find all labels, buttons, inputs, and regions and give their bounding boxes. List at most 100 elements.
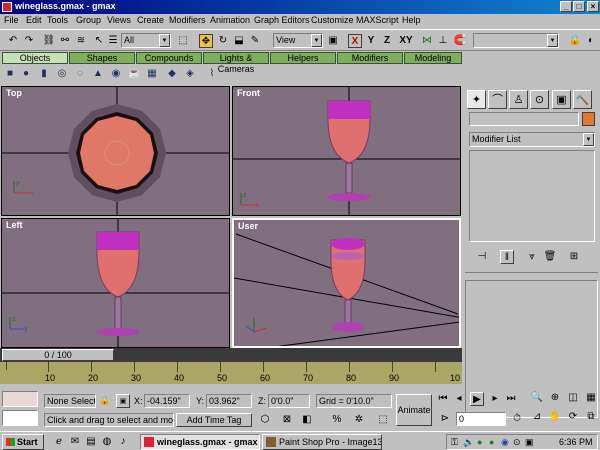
torus-icon[interactable]: ◎: [56, 68, 68, 80]
key-mode-icon[interactable]: ⊳: [438, 412, 452, 426]
selection-filter-dropdown[interactable]: All ▼: [121, 33, 171, 48]
tab-compounds[interactable]: Compounds: [136, 52, 202, 64]
axis-z-button[interactable]: Z: [380, 34, 394, 48]
named-selection-dropdown[interactable]: ▼: [473, 33, 559, 48]
rotate-icon[interactable]: ↻: [216, 34, 230, 48]
utilities-tab-icon[interactable]: 🔨: [573, 90, 592, 109]
select-icon[interactable]: ↖: [92, 34, 106, 48]
hierarchy-tab-icon[interactable]: ♙: [509, 90, 528, 109]
current-frame-field[interactable]: 0: [456, 412, 506, 426]
zoom-extents-icon[interactable]: ◫: [566, 391, 580, 405]
select-by-name-icon[interactable]: ☰: [106, 34, 120, 48]
viewport-user[interactable]: User: [232, 218, 461, 348]
modify-tab-icon[interactable]: ⌒: [488, 90, 507, 109]
add-time-tag-button[interactable]: Add Time Tag: [176, 413, 252, 427]
task-gmax[interactable]: wineglass.gmax - gmax: [140, 434, 260, 450]
snap-icon[interactable]: 🧲: [453, 34, 467, 48]
tray-status-icon[interactable]: ●: [489, 437, 494, 447]
align-icon[interactable]: ⊥: [436, 34, 450, 48]
zoom-icon[interactable]: 🔍: [530, 391, 544, 405]
viewport-top[interactable]: Top y x: [1, 86, 230, 216]
close-button[interactable]: ×: [587, 1, 599, 12]
arc-rotate-icon[interactable]: ⟳: [566, 410, 580, 424]
move-icon[interactable]: ✥: [199, 34, 213, 48]
render-icon[interactable]: 🔒: [568, 34, 582, 48]
menu-group[interactable]: Group: [76, 15, 101, 25]
hedra-icon[interactable]: ◆: [166, 68, 178, 80]
tray-volume-icon[interactable]: 🔊: [463, 437, 474, 448]
task-paint-shop-pro[interactable]: Paint Shop Pro - Image13: [262, 434, 382, 450]
menu-graph-editors[interactable]: Graph Editors: [254, 15, 310, 25]
teapot-icon[interactable]: ☕: [128, 68, 140, 80]
play-icon[interactable]: ▶: [470, 392, 484, 406]
cone-icon[interactable]: ▲: [92, 68, 104, 80]
show-end-result-icon[interactable]: ‖: [500, 250, 514, 264]
percent-snap-icon[interactable]: ◧: [300, 413, 314, 427]
go-to-start-icon[interactable]: ⏮: [436, 392, 450, 406]
scale-icon[interactable]: ⬓: [232, 34, 246, 48]
pivot-center-icon[interactable]: ▣: [326, 34, 340, 48]
menu-create[interactable]: Create: [137, 15, 164, 25]
axis-x-button[interactable]: X: [348, 34, 362, 48]
animate-button[interactable]: Animate: [396, 394, 432, 426]
menu-customize[interactable]: Customize: [311, 15, 354, 25]
maxscript-listener[interactable]: [2, 391, 38, 407]
geosphere-icon[interactable]: ◉: [110, 68, 122, 80]
redo-icon[interactable]: ↷: [22, 34, 36, 48]
tray-antivirus-icon[interactable]: ●: [477, 437, 482, 447]
menu-edit[interactable]: Edit: [26, 15, 42, 25]
axis-y-button[interactable]: Y: [364, 34, 378, 48]
spinner-snap-icon[interactable]: %: [330, 413, 344, 427]
maximize-viewport-icon[interactable]: ⧉: [584, 410, 598, 424]
time-slider[interactable]: 0 / 100: [0, 348, 462, 362]
zoom-extents-all-icon[interactable]: ▦: [584, 391, 598, 405]
axis-xy-button[interactable]: XY: [398, 34, 414, 48]
x-coordinate-field[interactable]: -04.159": [144, 394, 190, 408]
tray-update-icon[interactable]: ◉: [501, 437, 509, 448]
material-editor-icon[interactable]: ◐: [584, 34, 598, 48]
unlink-icon[interactable]: ⚯: [58, 34, 72, 48]
snap-toggle-icon[interactable]: ⬡: [258, 413, 272, 427]
tab-shapes[interactable]: Shapes: [69, 52, 135, 64]
ie-icon[interactable]: ℯ: [52, 435, 66, 449]
motion-tab-icon[interactable]: ⊙: [530, 90, 549, 109]
box-icon[interactable]: ■: [4, 68, 16, 80]
configure-sets-icon[interactable]: ⊞: [567, 250, 581, 264]
modifier-list-dropdown[interactable]: Modifier List ▼: [469, 132, 595, 147]
z-coordinate-field[interactable]: 0'0.0": [268, 394, 310, 408]
lock-selection-icon[interactable]: 🔒: [98, 394, 112, 408]
menu-maxscript[interactable]: MAXScript: [356, 15, 399, 25]
select-manipulate-icon[interactable]: ✎: [248, 34, 262, 48]
tube-icon[interactable]: ◌: [74, 68, 86, 80]
app-icon[interactable]: [2, 2, 12, 12]
sphere-icon[interactable]: ●: [20, 68, 32, 80]
media-icon[interactable]: ♪: [116, 435, 130, 449]
menu-file[interactable]: File: [4, 15, 19, 25]
start-button[interactable]: Start: [2, 434, 44, 450]
tab-modeling[interactable]: Modeling: [404, 52, 462, 64]
angle-snap-icon[interactable]: ⊠: [280, 413, 294, 427]
region-select-icon[interactable]: ⬚: [176, 34, 190, 48]
spline-icon[interactable]: ⌇: [206, 68, 218, 80]
display-tab-icon[interactable]: ▣: [552, 90, 571, 109]
pin-stack-icon[interactable]: ⊣: [475, 250, 489, 264]
make-unique-icon[interactable]: ⩔: [525, 250, 539, 264]
menu-tools[interactable]: Tools: [47, 15, 68, 25]
object-name-input[interactable]: [469, 112, 579, 126]
time-config-icon[interactable]: ⏱: [510, 412, 524, 426]
reference-coordinate-dropdown[interactable]: View ▼: [273, 33, 323, 48]
tab-objects[interactable]: Objects: [2, 52, 68, 64]
window-crossing-icon[interactable]: ⬚: [376, 413, 390, 427]
remove-modifier-icon[interactable]: 🗑: [543, 250, 557, 264]
menu-animation[interactable]: Animation: [210, 15, 250, 25]
tab-modifiers[interactable]: Modifiers: [337, 52, 403, 64]
tray-display-icon[interactable]: ▣: [525, 437, 534, 448]
object-color-swatch[interactable]: [582, 112, 595, 126]
viewport-left[interactable]: Left z y: [1, 218, 230, 348]
menu-views[interactable]: Views: [107, 15, 131, 25]
viewport-front[interactable]: Front z x: [232, 86, 461, 216]
maxscript-mini-listener[interactable]: [2, 410, 38, 426]
field-of-view-icon[interactable]: ⊿: [530, 410, 544, 424]
maximize-button[interactable]: □: [573, 1, 585, 12]
track-bar[interactable]: 10 20 30 40 50 60 70 80 90 10: [0, 362, 462, 384]
